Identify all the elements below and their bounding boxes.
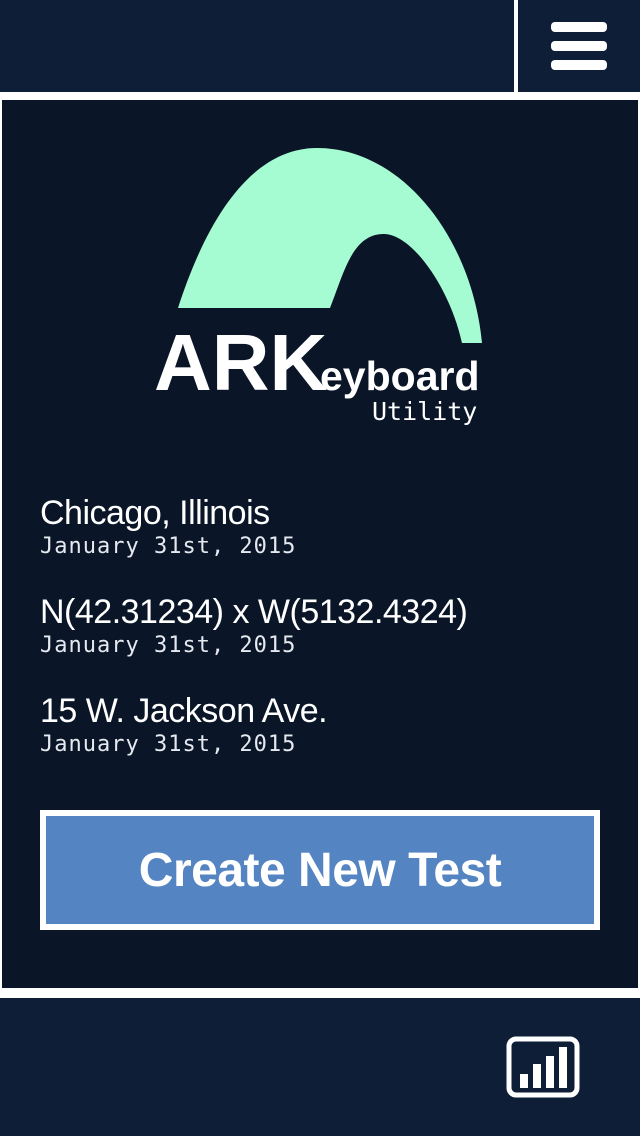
location-item[interactable]: Chicago, Illinois January 31st, 2015	[40, 492, 600, 591]
hamburger-menu-icon	[551, 22, 607, 70]
main-panel: ARK eyboard Utility Chicago, Illinois Ja…	[2, 100, 638, 988]
create-new-test-label: Create New Test	[138, 843, 502, 897]
location-item[interactable]: 15 W. Jackson Ave. January 31st, 2015	[40, 690, 600, 789]
location-title: Chicago, Illinois	[40, 494, 270, 532]
top-bar	[0, 0, 640, 92]
create-new-test-button[interactable]: Create New Test	[40, 810, 600, 930]
stats-button[interactable]	[506, 1036, 580, 1098]
location-date: January 31st, 2015	[40, 633, 297, 658]
logo-arch	[178, 148, 482, 343]
bottom-bar	[0, 998, 640, 1136]
menu-button[interactable]	[518, 0, 640, 92]
location-date: January 31st, 2015	[40, 732, 297, 757]
location-title: N(42.31234) x W(5132.4324)	[40, 593, 468, 631]
bar-chart-icon	[506, 1036, 580, 1098]
location-item[interactable]: N(42.31234) x W(5132.4324) January 31st,…	[40, 591, 600, 690]
logo-wordmark-main: ARK	[154, 318, 328, 407]
app-logo: ARK eyboard Utility	[154, 148, 482, 426]
location-date: January 31st, 2015	[40, 534, 297, 559]
location-title: 15 W. Jackson Ave.	[40, 692, 328, 730]
logo-subtitle: Utility	[372, 397, 477, 426]
location-list: Chicago, Illinois January 31st, 2015 N(4…	[40, 492, 600, 789]
logo-wordmark-rest: eyboard	[320, 353, 480, 399]
